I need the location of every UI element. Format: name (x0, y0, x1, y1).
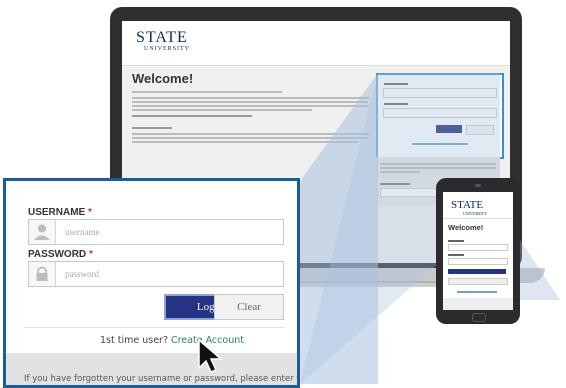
logo-university-text: UNIVERSITY (144, 46, 190, 52)
laptop-header: STATE UNIVERSITY (122, 21, 510, 66)
password-placeholder: password (65, 269, 99, 279)
username-label: USERNAME * (28, 207, 92, 218)
phone-logo-state: STATE (451, 199, 484, 211)
required-mark: * (88, 249, 93, 260)
lock-icon (29, 262, 56, 286)
phone-logo: STATE UNIVERSITY (451, 199, 487, 217)
logo-state-text: STATE (136, 29, 188, 46)
first-time-text: 1st time user? (100, 335, 168, 346)
phone-username-input[interactable] (448, 244, 508, 251)
laptop-welcome-title: Welcome! (132, 71, 194, 86)
laptop-username-input[interactable] (383, 88, 497, 98)
phone-header-divider (443, 218, 513, 219)
phone-password-input[interactable] (448, 258, 508, 265)
laptop-login-panel (376, 73, 504, 159)
phone-home-button (472, 313, 486, 322)
phone-clear-button[interactable] (448, 278, 508, 285)
zoomed-login-panel: USERNAME * username PASSWORD * password … (3, 178, 300, 388)
username-input[interactable]: username (28, 219, 284, 245)
phone-logo-university: UNIVERSITY (463, 211, 487, 216)
required-mark: * (88, 207, 92, 218)
clear-button[interactable]: Clear (214, 294, 284, 320)
phone-username-label (448, 240, 464, 242)
phone-footer (443, 298, 513, 310)
password-input[interactable]: password (28, 261, 284, 287)
laptop-login-button[interactable] (436, 125, 462, 133)
forgot-text: If you have forgotten your username or p… (24, 374, 297, 384)
laptop-logo: STATE UNIVERSITY (136, 29, 190, 53)
mouse-cursor-icon (198, 338, 223, 373)
phone-login-button[interactable] (448, 269, 506, 274)
laptop-password-label (384, 103, 408, 105)
username-placeholder: username (65, 227, 100, 237)
password-label: PASSWORD * (28, 249, 93, 260)
laptop-body-text (132, 91, 372, 145)
laptop-create-account-link[interactable] (412, 143, 468, 145)
divider (24, 327, 284, 328)
phone-welcome-title: Welcome! (448, 223, 484, 232)
laptop-clear-button[interactable] (466, 125, 494, 135)
phone-create-account-link[interactable] (457, 291, 497, 293)
phone-camera (475, 184, 481, 187)
phone-password-label (448, 254, 464, 256)
laptop-password-input[interactable] (383, 108, 497, 118)
phone-screen: STATE UNIVERSITY Welcome! (443, 192, 513, 310)
user-icon (29, 220, 56, 244)
laptop-username-label (384, 83, 408, 85)
